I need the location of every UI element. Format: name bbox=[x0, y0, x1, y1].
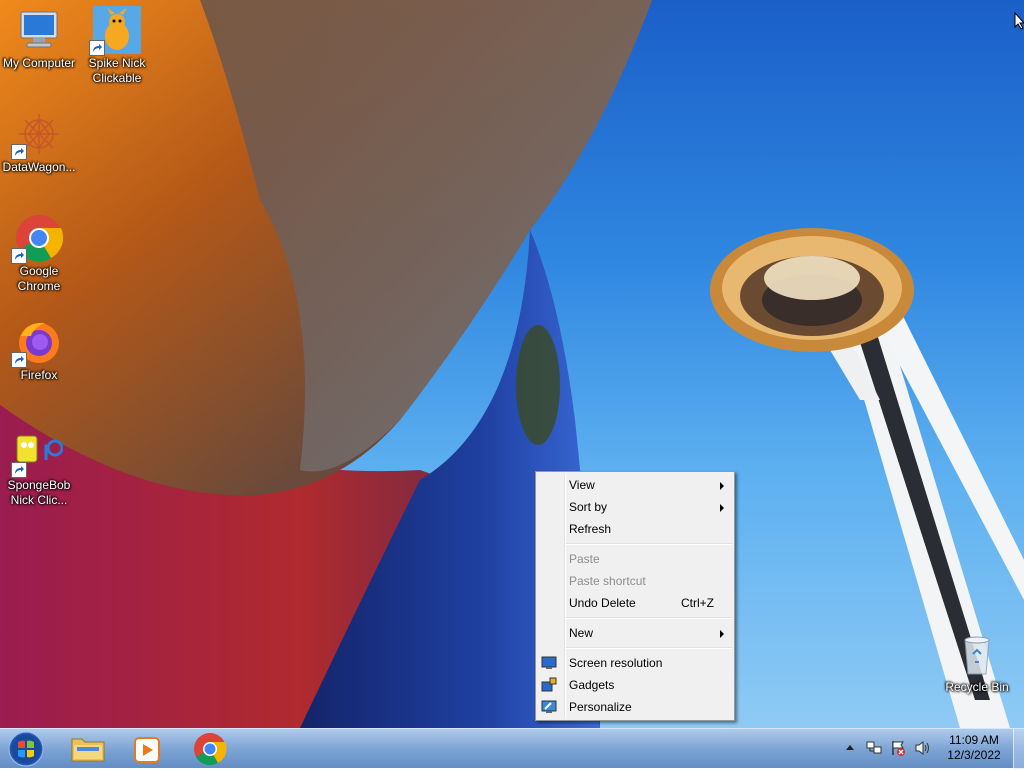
submenu-arrow-icon bbox=[720, 482, 724, 490]
desktop-wallpaper[interactable] bbox=[0, 0, 1024, 728]
chrome-icon bbox=[11, 214, 64, 264]
menu-item-sort-by[interactable]: Sort by bbox=[536, 496, 734, 518]
taskbar-windows-explorer[interactable] bbox=[60, 731, 116, 767]
start-button[interactable] bbox=[6, 730, 46, 768]
menu-item-undo-delete[interactable]: Undo Delete Ctrl+Z bbox=[536, 592, 734, 614]
clock-date: 12/3/2022 bbox=[947, 748, 1001, 762]
desktop-icon-google-chrome[interactable]: Google Chrome bbox=[0, 214, 78, 294]
shortcut-arrow-icon bbox=[11, 352, 27, 368]
desktop-icon-label: Google Chrome bbox=[17, 264, 61, 293]
menu-item-new[interactable]: New bbox=[536, 622, 734, 644]
desktop-icon-datawagon[interactable]: DataWagon... bbox=[0, 110, 78, 175]
menu-item-personalize[interactable]: Personalize bbox=[536, 696, 734, 718]
desktop-icon-label: DataWagon... bbox=[2, 160, 76, 174]
datawagon-icon bbox=[11, 110, 63, 160]
folder-icon bbox=[71, 738, 105, 762]
taskbar: 11:09 AM 12/3/2022 bbox=[0, 728, 1024, 769]
menu-item-label: Paste bbox=[569, 552, 600, 566]
menu-item-shortcut: Ctrl+Z bbox=[681, 596, 714, 610]
menu-item-label: Refresh bbox=[569, 522, 612, 536]
desktop-icon-my-computer[interactable]: My Computer bbox=[0, 6, 78, 71]
desktop-icon-label: Firefox bbox=[20, 368, 58, 382]
clock-time: 11:09 AM bbox=[949, 733, 999, 747]
menu-item-label: Sort by bbox=[569, 500, 608, 514]
shortcut-arrow-icon bbox=[11, 144, 27, 160]
menu-item-label: New bbox=[569, 626, 594, 640]
menu-item-gadgets[interactable]: Gadgets bbox=[536, 674, 734, 696]
show-hidden-icons-icon[interactable] bbox=[845, 741, 855, 758]
action-center-icon[interactable] bbox=[890, 740, 906, 759]
computer-icon bbox=[15, 6, 63, 54]
desktop-icon-label: Spike Nick Clickable bbox=[88, 56, 146, 85]
volume-icon[interactable] bbox=[914, 740, 932, 759]
firefox-icon bbox=[11, 318, 63, 368]
shortcut-arrow-icon bbox=[11, 462, 27, 478]
menu-item-label: View bbox=[569, 478, 595, 492]
desktop-icon-spongebob[interactable]: I SpongeBob Nick Clic... bbox=[0, 428, 78, 508]
network-icon[interactable] bbox=[866, 740, 882, 759]
menu-item-label: Personalize bbox=[569, 700, 632, 714]
menu-separator bbox=[566, 617, 732, 619]
chrome-icon bbox=[194, 733, 227, 766]
desktop-icon-firefox[interactable]: Firefox bbox=[0, 318, 78, 383]
desktop-icon-label: SpongeBob Nick Clic... bbox=[7, 478, 71, 507]
taskbar-google-chrome[interactable] bbox=[182, 731, 238, 767]
desktop-icon-recycle-bin[interactable]: Recycle Bin bbox=[938, 630, 1016, 695]
submenu-arrow-icon bbox=[720, 630, 724, 638]
menu-item-screen-resolution[interactable]: Screen resolution bbox=[536, 652, 734, 674]
spongebob-icon: I bbox=[11, 428, 64, 478]
recycle-bin-icon bbox=[953, 630, 1001, 678]
show-desktop-button[interactable] bbox=[1013, 729, 1024, 769]
personalize-icon bbox=[541, 699, 557, 715]
menu-item-paste-shortcut: Paste shortcut bbox=[536, 570, 734, 592]
shortcut-arrow-icon bbox=[89, 40, 105, 56]
menu-separator bbox=[566, 647, 732, 649]
desktop-icon-label: My Computer bbox=[2, 56, 76, 70]
monitor-icon bbox=[541, 655, 557, 671]
menu-item-label: Screen resolution bbox=[569, 656, 663, 670]
media-player-icon bbox=[134, 737, 160, 763]
shortcut-arrow-icon bbox=[11, 248, 27, 264]
desktop-icon-spike-nick-clickable[interactable]: Spike Nick Clickable bbox=[78, 6, 156, 86]
submenu-arrow-icon bbox=[720, 504, 724, 512]
menu-item-paste: Paste bbox=[536, 548, 734, 570]
menu-separator bbox=[566, 543, 732, 545]
system-clock[interactable]: 11:09 AM 12/3/2022 bbox=[940, 733, 1008, 763]
desktop-context-menu: View Sort by Refresh Paste Paste shortcu… bbox=[535, 471, 735, 721]
mouse-cursor-icon bbox=[1014, 11, 1024, 33]
menu-item-refresh[interactable]: Refresh bbox=[536, 518, 734, 540]
menu-item-view[interactable]: View bbox=[536, 474, 734, 496]
desktop-icon-label: Recycle Bin bbox=[945, 680, 1009, 694]
taskbar-windows-media-player[interactable] bbox=[120, 731, 176, 767]
spike-character-icon bbox=[89, 6, 141, 56]
gadgets-icon bbox=[541, 677, 557, 693]
menu-item-label: Gadgets bbox=[569, 678, 615, 692]
menu-item-label: Paste shortcut bbox=[569, 574, 646, 588]
menu-item-label: Undo Delete bbox=[569, 596, 636, 610]
